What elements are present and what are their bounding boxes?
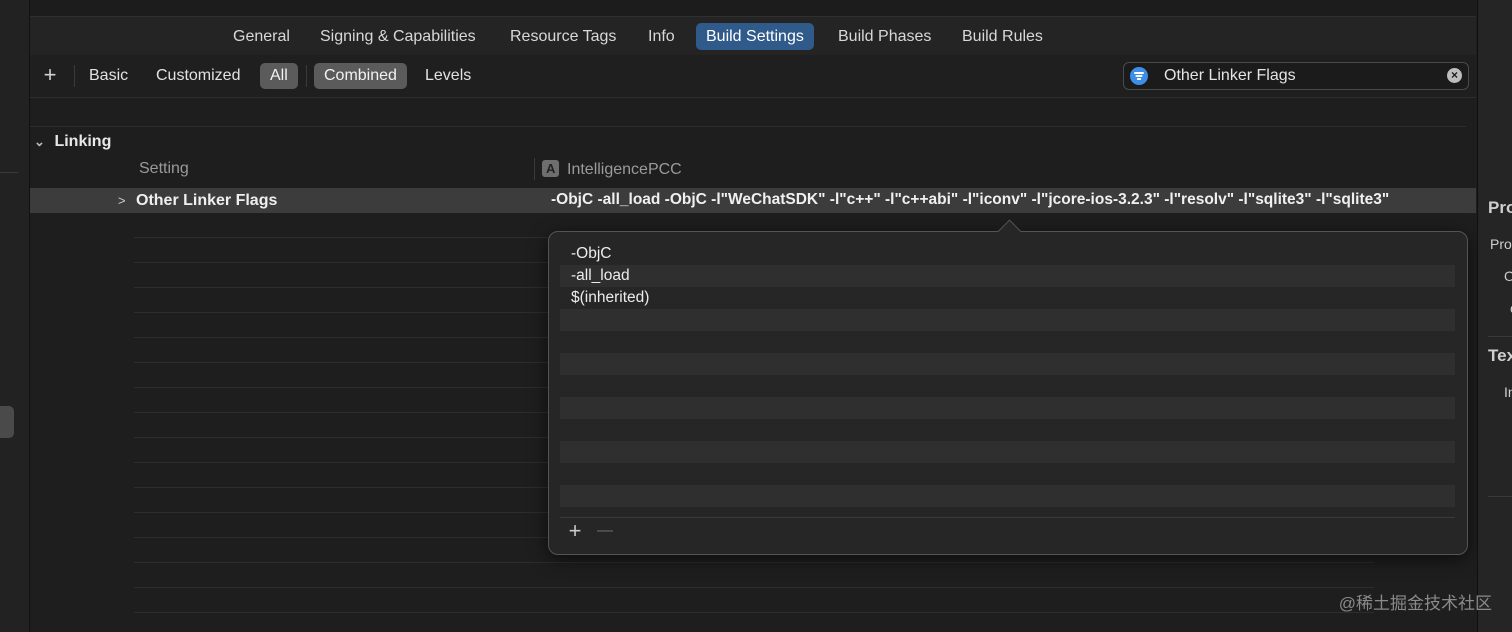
- filter-all-button[interactable]: All: [260, 63, 298, 89]
- watermark: @稀土掘金技术社区: [1338, 594, 1492, 613]
- tab-resource-tags[interactable]: Resource Tags: [500, 23, 626, 50]
- divider: [30, 126, 1466, 127]
- search-input-value[interactable]: Other Linker Flags: [1164, 63, 1296, 89]
- filter-icon: [1130, 67, 1148, 85]
- filter-separator: [306, 65, 307, 87]
- row-divider: [134, 587, 1374, 588]
- inspector-heading: Tex: [1488, 346, 1512, 365]
- clear-icon[interactable]: ×: [1447, 68, 1462, 83]
- popover-footer: + —: [560, 517, 1455, 544]
- row-divider: [134, 612, 1374, 613]
- list-item[interactable]: -ObjC: [571, 243, 611, 265]
- inspector-divider: [1488, 336, 1512, 337]
- tab-general[interactable]: General: [223, 23, 300, 50]
- editor-tab-bar: General Signing & Capabilities Resource …: [30, 16, 1476, 56]
- sidebar-selected-item[interactable]: [0, 406, 14, 438]
- setting-row-other-linker-flags[interactable]: > Other Linker Flags -ObjC -all_load -Ob…: [30, 188, 1476, 213]
- tab-build-settings[interactable]: Build Settings: [696, 23, 814, 50]
- chevron-down-icon[interactable]: ⌄: [34, 131, 50, 153]
- row-divider: [134, 562, 1374, 563]
- list-item[interactable]: -all_load: [571, 265, 630, 287]
- tab-build-rules[interactable]: Build Rules: [952, 23, 1053, 50]
- navigator-sidebar: [0, 0, 30, 632]
- settings-search-field[interactable]: Other Linker Flags ×: [1123, 62, 1469, 90]
- column-header-setting: Setting: [139, 160, 189, 177]
- column-header-target: IntelligencePCC: [542, 160, 682, 179]
- setting-name: Other Linker Flags: [136, 192, 278, 209]
- title-strip: [30, 0, 1476, 16]
- filter-combined-button[interactable]: Combined: [314, 63, 407, 89]
- filter-levels-button[interactable]: Levels: [415, 63, 481, 89]
- inspector-label: Pro: [1490, 236, 1512, 252]
- filter-customized-button[interactable]: Customized: [146, 63, 250, 89]
- setting-value[interactable]: -ObjC -all_load -ObjC -l"WeChatSDK" -l"c…: [551, 188, 1469, 211]
- section-title: Linking: [54, 133, 112, 150]
- settings-filter-bar: + Basic Customized All Combined Levels O…: [30, 55, 1476, 98]
- tab-info[interactable]: Info: [638, 23, 685, 50]
- filter-separator: [74, 65, 75, 87]
- section-linking[interactable]: ⌄ Linking: [34, 131, 111, 153]
- inspector-label: O: [1504, 268, 1512, 284]
- flag-list[interactable]: -ObjC -all_load $(inherited): [560, 243, 1455, 517]
- inspector-heading: Pro: [1488, 198, 1512, 217]
- linker-flags-popover: -ObjC -all_load $(inherited) + —: [548, 219, 1468, 555]
- filter-basic-button[interactable]: Basic: [79, 63, 138, 89]
- tab-signing-capabilities[interactable]: Signing & Capabilities: [310, 23, 486, 50]
- chevron-right-icon[interactable]: >: [118, 188, 126, 213]
- remove-flag-button[interactable]: —: [594, 520, 616, 542]
- app-target-icon: [542, 160, 559, 177]
- column-divider[interactable]: [534, 158, 535, 180]
- target-name: IntelligencePCC: [567, 161, 682, 178]
- add-flag-button[interactable]: +: [564, 520, 586, 542]
- list-item[interactable]: $(inherited): [571, 287, 649, 309]
- sidebar-divider: [0, 172, 18, 173]
- add-setting-button[interactable]: +: [38, 64, 62, 88]
- tab-build-phases[interactable]: Build Phases: [828, 23, 941, 50]
- inspector-divider: [1488, 496, 1512, 497]
- inspector-panel: Pro Pro O c Tex In: [1477, 0, 1512, 632]
- inspector-label: In: [1504, 384, 1512, 400]
